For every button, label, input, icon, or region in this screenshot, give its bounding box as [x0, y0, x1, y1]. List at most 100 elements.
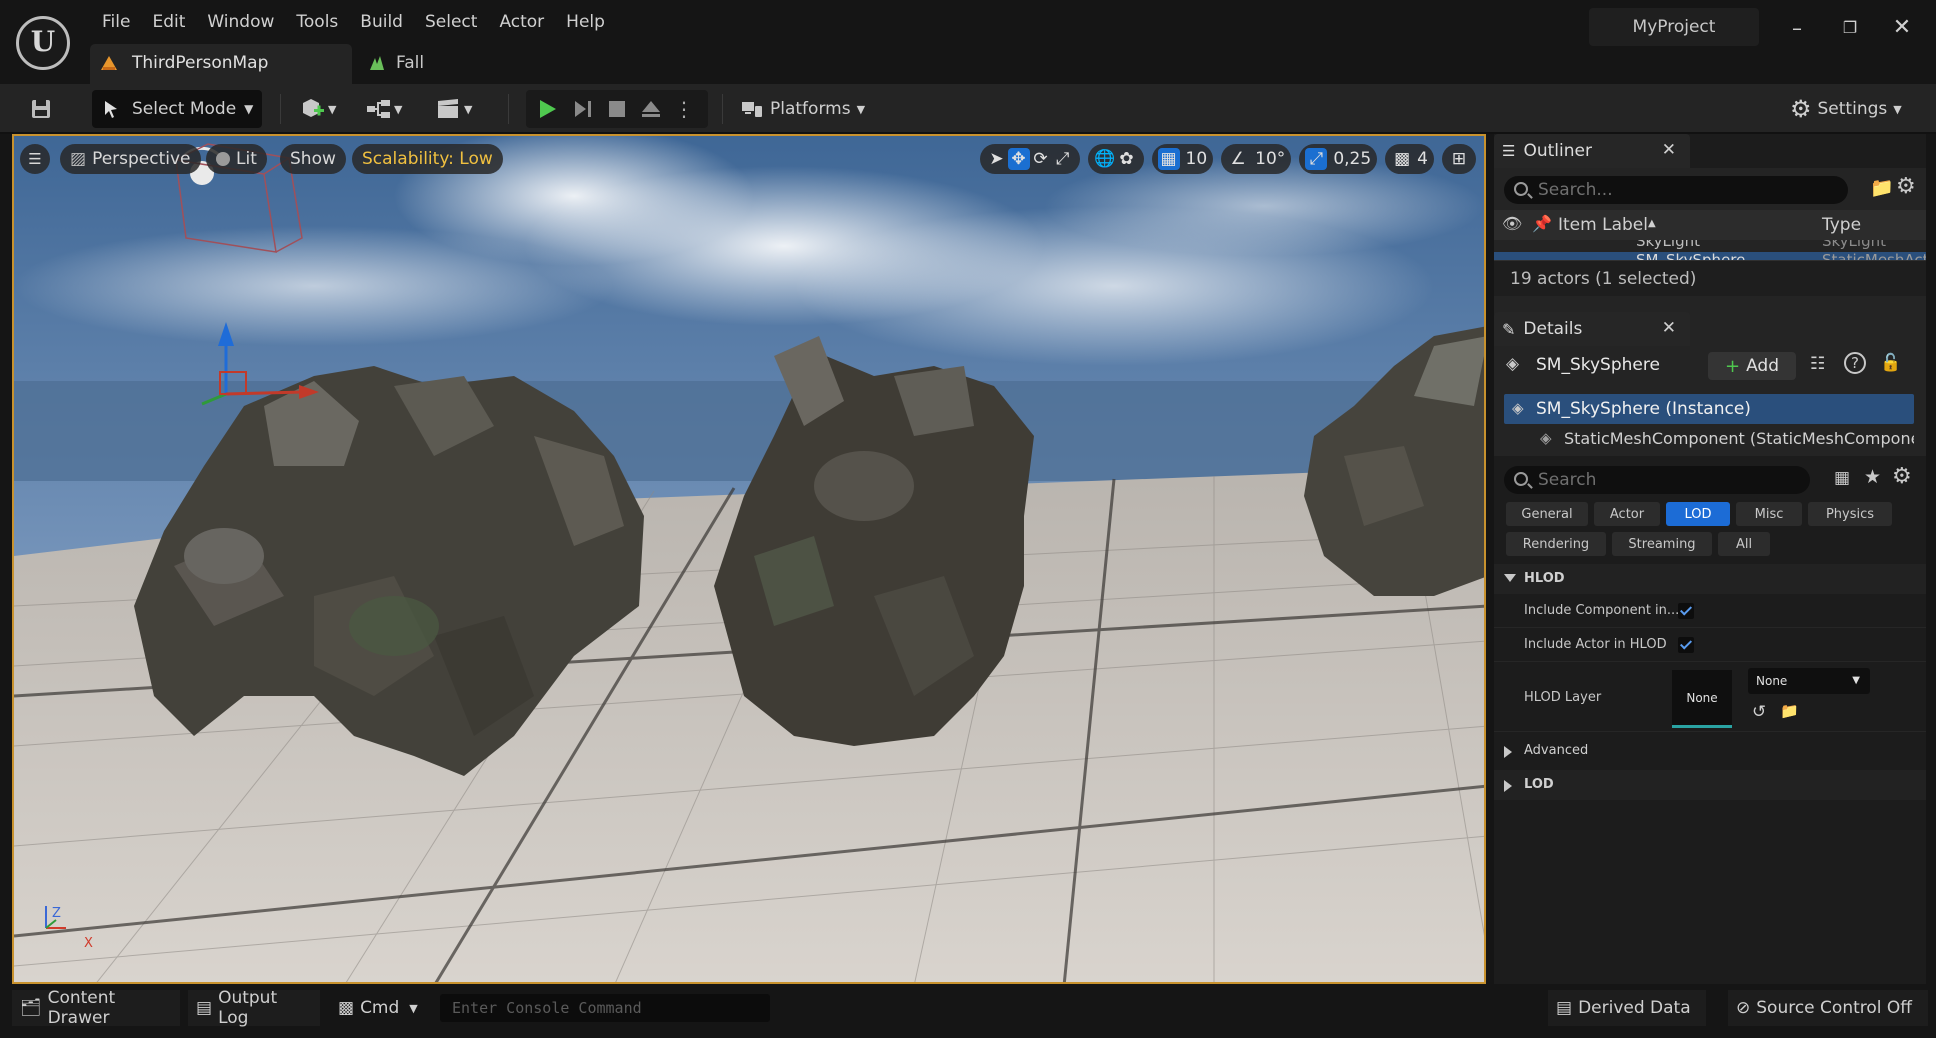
hlod-layer-dropdown[interactable]: None ▼: [1748, 668, 1870, 694]
stop-icon[interactable]: [606, 98, 628, 120]
menu-build[interactable]: Build: [350, 10, 413, 38]
add-folder-icon[interactable]: 📁: [1870, 176, 1894, 199]
section-advanced[interactable]: Advanced: [1494, 736, 1926, 766]
filter-general[interactable]: General: [1506, 502, 1588, 526]
add-component-button[interactable]: + Add: [1708, 352, 1796, 380]
cmd-dropdown[interactable]: ▩ Cmd ▼: [330, 990, 430, 1026]
viewport-transform-tools: ➤ ✥ ⟳ ⤢ 🌐 ✿ ▦ 10 ∠ 10° ⤢ 0,25 ▩ 4 ⊞: [972, 144, 1476, 174]
play-controls: ⋮: [526, 90, 708, 128]
list-item[interactable]: SkyLight SkyLight: [1494, 240, 1926, 252]
star-icon[interactable]: ★: [1864, 466, 1881, 488]
close-icon[interactable]: ✕: [1884, 12, 1920, 44]
content-drawer-button[interactable]: 🗂 Content Drawer: [12, 988, 180, 1028]
filter-misc[interactable]: Misc: [1736, 502, 1802, 526]
perspective-button[interactable]: ▨ Perspective: [60, 144, 201, 174]
pin-icon[interactable]: 📌: [1532, 214, 1552, 233]
grid-snap-icon[interactable]: ▦: [1157, 148, 1180, 170]
camera-icon[interactable]: ▩: [1391, 148, 1413, 170]
use-selected-icon[interactable]: ↺: [1752, 702, 1766, 722]
minimize-icon[interactable]: –: [1779, 12, 1815, 44]
camera-speed-group[interactable]: ▩ 4: [1385, 144, 1434, 174]
derived-data-button[interactable]: ▤ Derived Data: [1548, 990, 1706, 1026]
grid-snap-group[interactable]: ▦ 10: [1151, 144, 1214, 174]
lock-icon[interactable]: 🔓: [1880, 353, 1901, 373]
menu-edit[interactable]: Edit: [142, 10, 195, 38]
tab-details[interactable]: ✎ Details ✕: [1494, 312, 1690, 346]
lit-mode-button[interactable]: Lit: [206, 144, 267, 174]
component-row[interactable]: ◈ StaticMeshComponent (StaticMeshCompone…: [1504, 424, 1914, 454]
restore-icon[interactable]: ❐: [1832, 12, 1868, 44]
filter-lod[interactable]: LOD: [1666, 502, 1730, 526]
list-item-selected[interactable]: SM_SkySphere StaticMeshActor: [1494, 252, 1926, 260]
filter-all[interactable]: All: [1718, 532, 1770, 556]
section-lod[interactable]: LOD: [1494, 770, 1926, 800]
scalability-button[interactable]: Scalability: Low: [352, 144, 503, 174]
rotation-snap-group[interactable]: ∠ 10°: [1221, 144, 1292, 174]
add-actor-icon: [303, 99, 324, 117]
output-log-button[interactable]: ▤ Output Log: [188, 988, 320, 1028]
cinematics-button[interactable]: ▼: [436, 90, 484, 128]
more-options-icon[interactable]: ⋮: [674, 97, 694, 121]
gear-icon[interactable]: ⚙: [1896, 174, 1916, 199]
layout-button[interactable]: ⊞: [1442, 144, 1476, 174]
help-icon[interactable]: ?: [1844, 352, 1866, 374]
menu-tools[interactable]: Tools: [286, 10, 348, 38]
column-item-label[interactable]: Item Label: [1558, 215, 1648, 235]
content-drawer-icon: 🗂: [20, 998, 42, 1018]
settings-dropdown[interactable]: ⚙ Settings ▼: [1790, 90, 1930, 128]
filter-actor[interactable]: Actor: [1594, 502, 1660, 526]
gear-icon[interactable]: ⚙: [1892, 464, 1912, 489]
select-mode-dropdown[interactable]: Select Mode ▼: [92, 90, 262, 128]
menu-window[interactable]: Window: [197, 10, 284, 38]
add-actor-button[interactable]: ▼: [300, 90, 348, 128]
close-icon[interactable]: ✕: [1662, 140, 1676, 160]
details-search-input[interactable]: Search: [1504, 466, 1810, 494]
tab-outliner[interactable]: ☰ Outliner ✕: [1494, 134, 1690, 168]
table-view-icon[interactable]: ▦: [1834, 468, 1850, 488]
world-globe-icon[interactable]: 🌐: [1094, 148, 1116, 170]
angle-snap-icon[interactable]: ∠: [1227, 148, 1249, 170]
tab-thirdpersonmap[interactable]: ThirdPersonMap: [90, 44, 352, 84]
chevron-down-icon: ▼: [394, 102, 403, 116]
translate-tool-icon[interactable]: ✥: [1007, 148, 1030, 170]
actor-name[interactable]: SM_SkySphere: [1536, 355, 1660, 375]
menu-file[interactable]: File: [92, 10, 140, 38]
console-command-input[interactable]: Enter Console Command: [440, 994, 770, 1022]
menu-help[interactable]: Help: [556, 10, 615, 38]
eye-icon[interactable]: 👁: [1502, 214, 1522, 233]
advance-frame-icon[interactable]: [572, 98, 594, 120]
filter-streaming[interactable]: Streaming: [1612, 532, 1712, 556]
level-viewport[interactable]: Z X ☰ ▨ Perspective Lit Show Scalability…: [12, 134, 1486, 984]
show-button[interactable]: Show: [280, 144, 346, 174]
select-tool-icon[interactable]: ➤: [986, 148, 1008, 170]
section-hlod[interactable]: HLOD: [1494, 564, 1926, 594]
unreal-logo-icon[interactable]: U: [16, 16, 70, 70]
component-row-selected[interactable]: ◈ SM_SkySphere (Instance): [1504, 394, 1914, 424]
scale-snap-icon[interactable]: ⤢: [1305, 148, 1328, 170]
column-type[interactable]: Type: [1822, 215, 1861, 235]
tab-fall[interactable]: Fall: [360, 44, 480, 84]
filter-physics[interactable]: Physics: [1808, 502, 1892, 526]
play-icon[interactable]: [536, 98, 558, 120]
viewport-menu-button[interactable]: ☰: [20, 144, 50, 174]
blueprints-button[interactable]: ▼: [366, 90, 414, 128]
source-control-button[interactable]: ⊘ Source Control Off: [1728, 990, 1928, 1026]
search-icon: [1514, 182, 1528, 196]
rotate-tool-icon[interactable]: ⟳: [1030, 148, 1052, 170]
close-icon[interactable]: ✕: [1662, 318, 1676, 338]
scale-snap-group[interactable]: ⤢ 0,25: [1299, 144, 1378, 174]
surface-snap-icon[interactable]: ✿: [1116, 148, 1138, 170]
include-component-checkbox[interactable]: [1678, 603, 1694, 619]
include-actor-checkbox[interactable]: [1678, 637, 1694, 653]
filter-rendering[interactable]: Rendering: [1506, 532, 1606, 556]
scale-tool-icon[interactable]: ⤢: [1052, 148, 1074, 170]
hlod-layer-thumbnail[interactable]: None: [1672, 670, 1732, 728]
save-button[interactable]: [24, 90, 58, 128]
blueprint-icon[interactable]: ☷: [1810, 354, 1825, 374]
menu-select[interactable]: Select: [415, 10, 487, 38]
platforms-dropdown[interactable]: Platforms ▼: [740, 90, 870, 128]
eject-icon[interactable]: [640, 98, 662, 120]
outliner-search-input[interactable]: Search...: [1504, 176, 1848, 204]
browse-folder-icon[interactable]: 📁: [1780, 702, 1799, 720]
menu-actor[interactable]: Actor: [489, 10, 554, 38]
